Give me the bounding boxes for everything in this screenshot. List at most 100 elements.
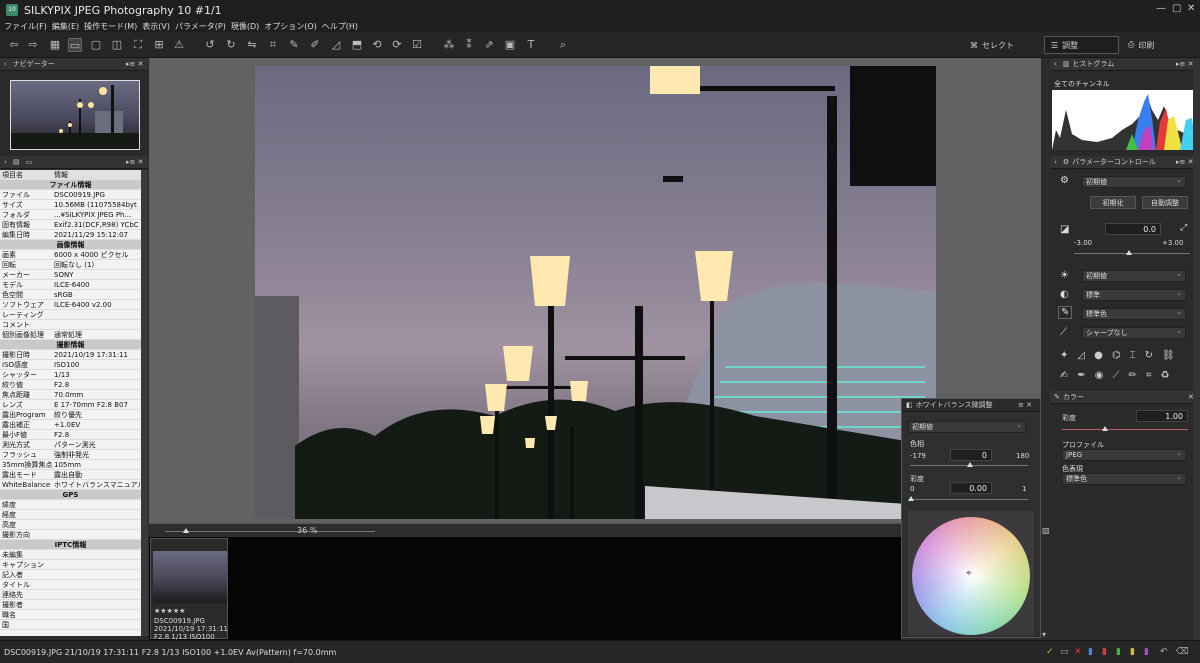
collapse-icon[interactable]: ‹ [1054, 60, 1057, 68]
info-row[interactable]: 連絡先 [0, 590, 141, 600]
prev-icon[interactable]: ⇦ [7, 38, 21, 52]
info-row[interactable]: 焦点距離 70.0mm [0, 390, 141, 400]
text-icon[interactable]: T [524, 38, 538, 52]
panel-menu-icon[interactable]: ▸≡ ✕ [1176, 60, 1193, 68]
info-row[interactable]: メーカー SONY [0, 270, 141, 280]
exposure-link-icon[interactable]: ⤢ [1180, 223, 1187, 233]
eye-icon[interactable]: ◉ [1095, 370, 1113, 381]
line-icon[interactable]: ⟋ [1113, 370, 1129, 381]
info-row[interactable]: ISO感度 ISO100 [0, 360, 141, 370]
info-scrollbar[interactable] [141, 170, 148, 636]
info-row[interactable]: 国 [0, 620, 141, 630]
brush-icon[interactable]: ✍ [1060, 370, 1077, 381]
param-preset-select[interactable]: 初期値 [1082, 175, 1186, 188]
menu-help[interactable]: ヘルプ(H) [322, 21, 358, 32]
menu-edit[interactable]: 編集(E) [52, 21, 79, 32]
info-row[interactable]: 固有情報 Exif2.31(DCF,R98) YCbC [0, 220, 141, 230]
color-pen-icon[interactable]: ✎ [1058, 306, 1073, 319]
dropper-tool-icon[interactable]: ✒ [1077, 370, 1094, 381]
menu-develop[interactable]: 現像(D) [231, 21, 259, 32]
info-row[interactable]: 最小F値 F2.8 [0, 430, 141, 440]
hue-slider[interactable] [910, 462, 1028, 467]
panel-menu-icon[interactable]: ▸≡ ✕ [126, 60, 143, 68]
main-photo[interactable] [255, 66, 936, 519]
wb-preset-select[interactable]: 初期値 [908, 420, 1026, 433]
menu-option[interactable]: オプション(O) [264, 21, 317, 32]
pen-icon[interactable]: ✎ [287, 38, 301, 52]
rotate-left-icon[interactable]: ↺ [203, 38, 217, 52]
info-row[interactable]: 35mm換算焦点 105mm [0, 460, 141, 470]
redo-param-icon[interactable]: ⟳ [390, 38, 404, 52]
perspective-icon[interactable]: ⬒ [350, 38, 364, 52]
full-view-icon[interactable]: ▢ [89, 38, 103, 52]
info-row[interactable]: 露出補正 +1.0EV [0, 420, 141, 430]
folder-tab-icon[interactable]: ▭ [25, 158, 32, 166]
info-row[interactable]: WhiteBalance ホワイトバランスマニュアル [0, 480, 141, 490]
recycle-icon[interactable]: ♻ [1161, 370, 1179, 381]
menu-parameter[interactable]: パラメータ(P) [175, 21, 226, 32]
info-row[interactable]: 測光方式 パターン測光 [0, 440, 141, 450]
info-section-shoot[interactable]: 撮影情報 [0, 340, 141, 350]
reject-icon[interactable]: ✕ [1074, 647, 1082, 657]
next-icon[interactable]: ⇨ [26, 38, 40, 52]
adjust-mode-button[interactable]: ☰ 調整 [1044, 36, 1119, 54]
info-row[interactable]: シャッター 1/13 [0, 370, 141, 380]
info-row[interactable]: 個別画像処理 通常処理 [0, 330, 141, 340]
grid-icon[interactable]: ⊞ [152, 38, 166, 52]
info-row[interactable]: 露出モード 露出自動 [0, 470, 141, 480]
panel-menu-icon[interactable]: ≡ ✕ [1018, 401, 1032, 409]
info-row[interactable]: タイトル [0, 580, 141, 590]
ok-check-icon[interactable]: ✓ [1046, 647, 1054, 657]
sharpness-select[interactable]: シャープなし [1082, 326, 1186, 339]
info-row[interactable]: 記入者 [0, 570, 141, 580]
link-icon[interactable]: ⛓ [1162, 350, 1184, 361]
wheel-toggle-icon[interactable]: ▧ [1042, 526, 1050, 535]
reset-button[interactable]: 初期化 [1090, 196, 1136, 209]
menu-mode[interactable]: 操作モード(M) [84, 21, 137, 32]
straighten-icon[interactable]: ◿ [329, 38, 343, 52]
collapse-icon[interactable]: ‹ [4, 60, 7, 68]
gear-icon[interactable]: ⚙ [1060, 175, 1069, 186]
info-row[interactable]: 画素 6000 x 4000 ピクセル [0, 250, 141, 260]
info-row[interactable]: 未編集 [0, 550, 141, 560]
info-row[interactable]: レンズ E 17-70mm F2.8 B07 [0, 400, 141, 410]
panel-menu-icon[interactable]: ▸≡ ✕ [126, 158, 143, 166]
info-section-gps[interactable]: GPS [0, 490, 141, 500]
green-label-icon[interactable]: ▮ [1116, 647, 1121, 657]
purple-label-icon[interactable]: ▮ [1144, 647, 1149, 657]
blue-label-icon[interactable]: ▮ [1088, 647, 1093, 657]
collapse-icon[interactable]: ‹ [1054, 158, 1057, 166]
undo-status-icon[interactable]: ↶ [1160, 647, 1168, 657]
select-mode-button[interactable]: ⌘ セレクト [964, 36, 1020, 54]
highlight-icon[interactable]: ⌶ [1130, 350, 1145, 361]
pencil-icon[interactable]: ✏ [1129, 370, 1146, 381]
info-section-image[interactable]: 画像情報 [0, 240, 141, 250]
monitor-icon[interactable]: ▣ [503, 38, 517, 52]
close-icon[interactable]: ✕ [1187, 3, 1195, 14]
crosshair-icon[interactable]: ⌖ [966, 568, 972, 579]
undo-param-icon[interactable]: ⟲ [370, 38, 384, 52]
color-select[interactable]: 標準色 [1082, 307, 1186, 320]
rotate-right-icon[interactable]: ↻ [224, 38, 238, 52]
color-saturation-input[interactable]: 1.00 [1136, 410, 1188, 422]
menu-file[interactable]: ファイル(F) [4, 21, 47, 32]
filmstrip-item[interactable]: ★★★★★ DSC00919.JPG 2021/10/19 17:31:11 F… [150, 538, 228, 641]
histogram-channel[interactable]: 全てのチャンネル [1054, 79, 1110, 89]
colorspace-select[interactable]: 標準色 [1062, 472, 1186, 485]
copy-param-icon[interactable]: ⁂ [442, 38, 456, 52]
lens-icon[interactable]: ⌬ [1112, 350, 1130, 361]
red-label-icon[interactable]: ▮ [1102, 647, 1107, 657]
saturation-slider[interactable] [908, 496, 1028, 501]
panel-menu-icon[interactable]: ▸≡ ✕ [1176, 158, 1193, 166]
collapse-icon[interactable]: ‹ [4, 158, 7, 166]
info-row[interactable]: 編集日時 2021/11/29 15:12:07 [0, 230, 141, 240]
export-icon[interactable]: ⇗ [482, 38, 496, 52]
preview-view-icon[interactable]: ▭ [68, 38, 82, 52]
info-row[interactable]: フラッシュ 強制非発光 [0, 450, 141, 460]
check-icon[interactable]: ☑ [410, 38, 424, 52]
crop-tool-icon[interactable]: ⌗ [1146, 370, 1161, 381]
info-tab-icon[interactable]: ▤ [13, 158, 20, 166]
auto-adjust-button[interactable]: 自動調整 [1142, 196, 1188, 209]
info-row[interactable]: ソフトウェア ILCE-6400 v2.00 [0, 300, 141, 310]
navigator-thumbnail[interactable] [10, 80, 140, 150]
